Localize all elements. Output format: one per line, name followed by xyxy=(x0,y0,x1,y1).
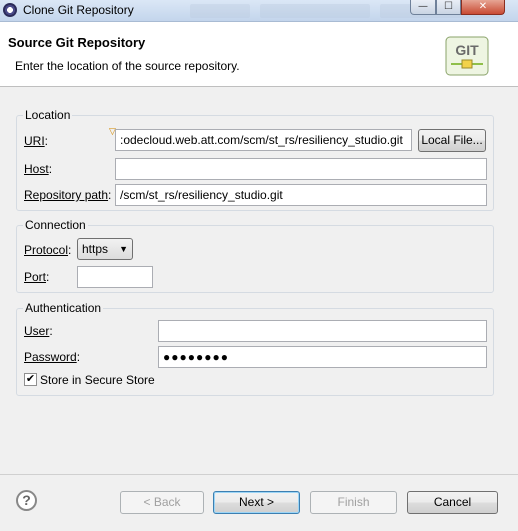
uri-label: URI: xyxy=(24,134,49,148)
footer-divider xyxy=(0,474,518,475)
wizard-banner: Source Git Repository Enter the location… xyxy=(0,22,518,87)
back-button[interactable]: < Back xyxy=(120,491,204,514)
finish-button[interactable]: Finish xyxy=(310,491,397,514)
maximize-button[interactable]: ☐ xyxy=(436,0,461,15)
connection-group-title: Connection xyxy=(23,218,88,232)
protocol-select-value: https xyxy=(82,242,109,256)
location-group-title: Location xyxy=(23,108,73,122)
host-input[interactable] xyxy=(115,158,487,180)
wizard-description: Enter the location of the source reposit… xyxy=(15,59,240,73)
user-input[interactable] xyxy=(158,320,487,342)
window-title: Clone Git Repository xyxy=(23,3,134,17)
eclipse-app-icon xyxy=(3,3,17,17)
git-logo-text: GIT xyxy=(455,42,479,58)
port-input[interactable] xyxy=(77,266,153,288)
protocol-label: Protocol: xyxy=(24,243,72,257)
repository-path-input[interactable]: /scm/st_rs/resiliency_studio.git xyxy=(115,184,487,206)
repository-path-label: Repository path: xyxy=(24,188,112,202)
protocol-select[interactable]: https ▼ xyxy=(77,238,133,260)
port-label: Port: xyxy=(24,270,50,284)
host-label: Host: xyxy=(24,162,53,176)
wizard-heading: Source Git Repository xyxy=(8,35,146,50)
dropdown-arrow-icon: ▼ xyxy=(119,244,128,254)
user-label: User: xyxy=(24,324,53,338)
password-label: Password: xyxy=(24,350,81,364)
next-button[interactable]: Next > xyxy=(213,491,300,514)
store-secure-label: Store in Secure Store xyxy=(40,373,155,387)
uri-input[interactable]: :odecloud.web.att.com/scm/st_rs/resilien… xyxy=(115,129,412,151)
password-input[interactable]: ●●●●●●●● xyxy=(158,346,487,368)
store-secure-checkbox[interactable]: ✔ xyxy=(24,373,37,386)
cancel-button[interactable]: Cancel xyxy=(407,491,498,514)
git-logo-icon: GIT xyxy=(445,36,489,76)
close-button[interactable]: ✕ xyxy=(461,0,505,15)
authentication-group-title: Authentication xyxy=(23,301,104,315)
title-bar: Clone Git Repository — ☐ ✕ xyxy=(0,0,518,22)
minimize-button[interactable]: — xyxy=(410,0,436,15)
local-file-button[interactable]: Local File... xyxy=(418,129,486,152)
help-icon[interactable]: ? xyxy=(16,490,37,511)
